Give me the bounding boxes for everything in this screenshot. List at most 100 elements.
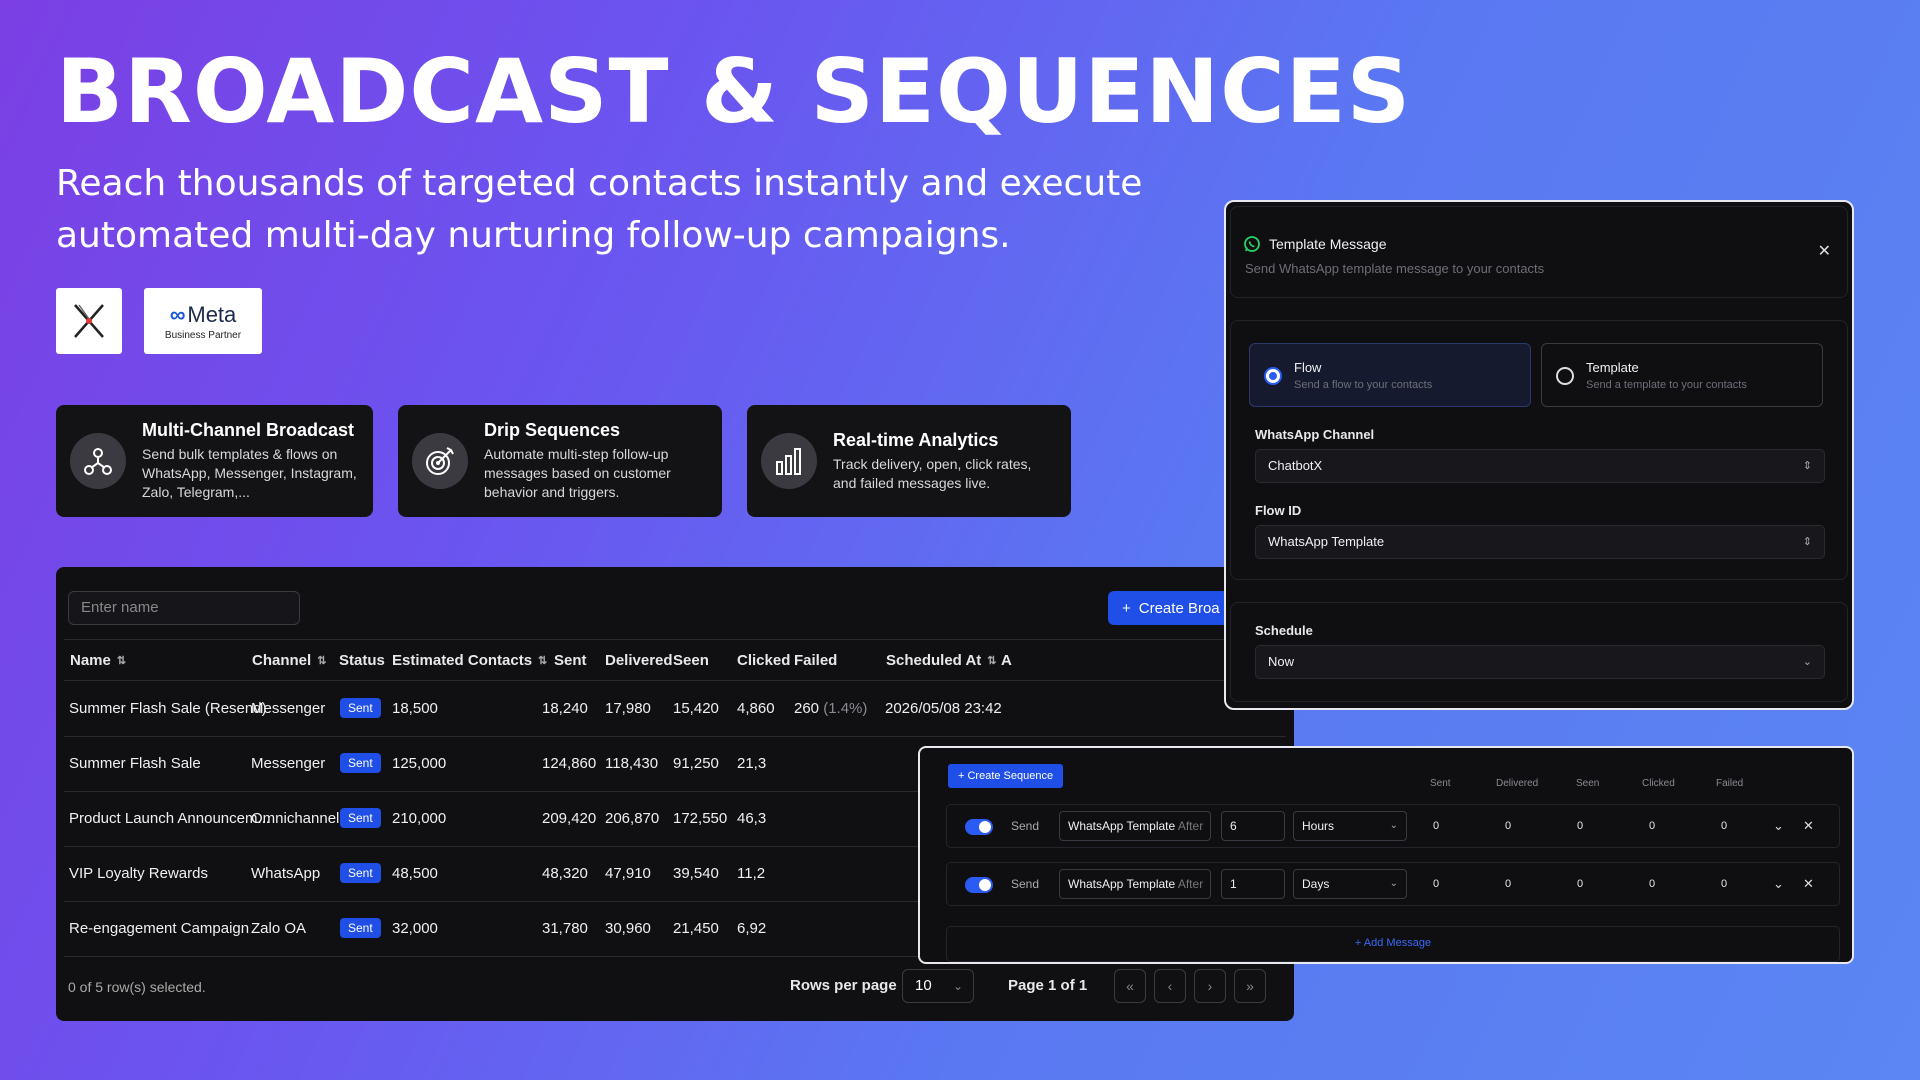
- row-channel: Zalo OA: [251, 920, 307, 937]
- seq-col-sent: Sent: [1430, 778, 1451, 789]
- close-icon[interactable]: ✕: [1803, 876, 1814, 892]
- row-seen: 15,420: [673, 700, 719, 717]
- modal-header: Template Message Send WhatsApp template …: [1230, 206, 1848, 298]
- meta-business-partner: Business Partner: [164, 329, 242, 341]
- next-page-button[interactable]: ›: [1194, 969, 1226, 1003]
- create-broadcast-label: Create Broa: [1138, 599, 1220, 617]
- row-estimated: 125,000: [392, 755, 447, 772]
- add-message-button[interactable]: + Add Message: [947, 937, 1839, 949]
- modal-title: Template Message: [1243, 235, 1387, 253]
- selection-count: 0 of 5 row(s) selected.: [68, 979, 206, 995]
- step-template-select[interactable]: WhatsApp Template After: [1059, 869, 1211, 899]
- hero-subtitle: Reach thousands of targeted contacts ins…: [56, 158, 1156, 262]
- row-channel: Messenger: [251, 700, 326, 717]
- meta-name: Meta: [187, 301, 237, 327]
- sequence-panel: + Create Sequence Sent Delivered Seen Cl…: [918, 746, 1854, 964]
- modal-config-section: Flow Send a flow to your contacts Templa…: [1230, 320, 1848, 580]
- feature-title: Real-time Analytics: [833, 429, 999, 450]
- col-failed: Failed: [794, 652, 838, 669]
- row-name: Product Launch Announcem...: [69, 810, 270, 827]
- first-page-button[interactable]: «: [1114, 969, 1146, 1003]
- col-seen: Seen: [673, 652, 709, 669]
- close-icon[interactable]: ✕: [1803, 818, 1814, 834]
- whatsapp-icon: [1244, 236, 1260, 252]
- step-template-select[interactable]: WhatsApp Template After: [1059, 811, 1211, 841]
- schedule-label: Schedule: [1255, 623, 1313, 638]
- row-sent: 18,240: [542, 700, 588, 717]
- col-sent: Sent: [554, 652, 587, 669]
- col-actions: A: [1001, 652, 1012, 669]
- feature-cards: Multi-Channel Broadcast Send bulk templa…: [56, 405, 1071, 517]
- row-estimated: 210,000: [392, 810, 447, 827]
- row-name: Re-engagement Campaign: [69, 920, 250, 937]
- status-badge: Sent: [340, 808, 381, 828]
- radio-flow[interactable]: [1264, 367, 1282, 385]
- status-badge: Sent: [340, 863, 381, 883]
- col-estimated[interactable]: Estimated Contacts ⇅: [392, 652, 547, 669]
- bar-chart-icon: [761, 433, 817, 489]
- feature-title: Drip Sequences: [484, 420, 621, 440]
- seq-col-seen: Seen: [1576, 778, 1600, 789]
- step-delay-input[interactable]: 6: [1221, 811, 1285, 841]
- last-page-button[interactable]: »: [1234, 969, 1266, 1003]
- radio-template[interactable]: [1556, 367, 1574, 385]
- chevron-down-icon[interactable]: ⌄: [1773, 818, 1784, 834]
- modal-subtitle: Send WhatsApp template message to your c…: [1245, 261, 1545, 276]
- feature-card-drip: Drip Sequences Automate multi-step follo…: [398, 405, 722, 517]
- double-chevron-right-icon: »: [1246, 978, 1254, 994]
- step-delay-input[interactable]: 1: [1221, 869, 1285, 899]
- plus-icon: +: [1122, 599, 1131, 617]
- row-estimated: 32,000: [392, 920, 438, 937]
- row-name: VIP Loyalty Rewards: [69, 865, 208, 882]
- step-toggle[interactable]: [965, 877, 993, 893]
- seq-col-failed: Failed: [1716, 778, 1744, 789]
- row-sent: 209,420: [542, 810, 597, 827]
- network-icon: [70, 433, 126, 489]
- feature-card-broadcast: Multi-Channel Broadcast Send bulk templa…: [56, 405, 373, 517]
- row-seen: 21,450: [673, 920, 719, 937]
- channel-select[interactable]: ChatbotX ⇕: [1255, 449, 1825, 483]
- row-delivered: 118,430: [605, 755, 659, 772]
- hero-subtitle-line-2: automated multi-day nurturing follow-up …: [56, 215, 1011, 256]
- row-seen: 91,250: [673, 755, 719, 772]
- rows-per-page-select[interactable]: 10 ⌄: [902, 969, 974, 1003]
- step-unit-select[interactable]: Hours ⌄: [1293, 811, 1407, 841]
- chevron-down-icon: ⌄: [1389, 878, 1398, 889]
- search-input[interactable]: Enter name: [68, 591, 300, 625]
- step-send-label: Send: [1011, 877, 1040, 891]
- prev-page-button[interactable]: ‹: [1154, 969, 1186, 1003]
- hero-title: BROADCAST & SEQUENCES: [56, 40, 1412, 143]
- option-flow[interactable]: Flow Send a flow to your contacts: [1249, 343, 1531, 407]
- flow-id-select[interactable]: WhatsApp Template ⇕: [1255, 525, 1825, 559]
- status-badge: Sent: [340, 753, 381, 773]
- create-sequence-button[interactable]: + Create Sequence: [948, 764, 1064, 788]
- col-name[interactable]: Name ⇅: [70, 652, 126, 669]
- chevron-down-icon[interactable]: ⌄: [1773, 876, 1784, 892]
- add-message-row: + Add Message: [946, 926, 1840, 962]
- step-unit-select[interactable]: Days ⌄: [1293, 869, 1407, 899]
- chevron-left-icon: ‹: [1167, 978, 1173, 994]
- chevron-down-icon: ⌄: [1389, 820, 1398, 831]
- col-scheduled[interactable]: Scheduled At ⇅: [886, 652, 997, 669]
- option-template[interactable]: Template Send a template to your contact…: [1541, 343, 1823, 407]
- partner-badges: ∞ Meta Business Partner: [56, 288, 262, 354]
- step-toggle[interactable]: [965, 819, 993, 835]
- channel-label: WhatsApp Channel: [1255, 427, 1375, 442]
- table-row[interactable]: Summer Flash Sale (Resend) Messenger Sen…: [64, 682, 1286, 737]
- row-scheduled: 2026/05/08 23:42: [885, 700, 1002, 717]
- schedule-select[interactable]: Now ⌄: [1255, 645, 1825, 679]
- row-channel: Messenger: [251, 755, 326, 772]
- row-sent: 124,860: [542, 755, 597, 772]
- double-chevron-left-icon: «: [1126, 978, 1134, 994]
- row-name: Summer Flash Sale: [69, 755, 201, 772]
- col-channel[interactable]: Channel ⇅: [252, 652, 326, 669]
- row-estimated: 48,500: [392, 865, 438, 882]
- step-send-label: Send: [1011, 819, 1040, 833]
- close-icon[interactable]: ✕: [1818, 241, 1831, 261]
- row-delivered: 47,910: [605, 865, 651, 882]
- row-name: Summer Flash Sale (Resend): [69, 700, 267, 717]
- modal-schedule-section: Schedule Now ⌄: [1230, 602, 1848, 702]
- chevron-updown-icon: ⇕: [1802, 536, 1812, 548]
- row-seen: 39,540: [673, 865, 719, 882]
- row-sent: 31,780: [542, 920, 588, 937]
